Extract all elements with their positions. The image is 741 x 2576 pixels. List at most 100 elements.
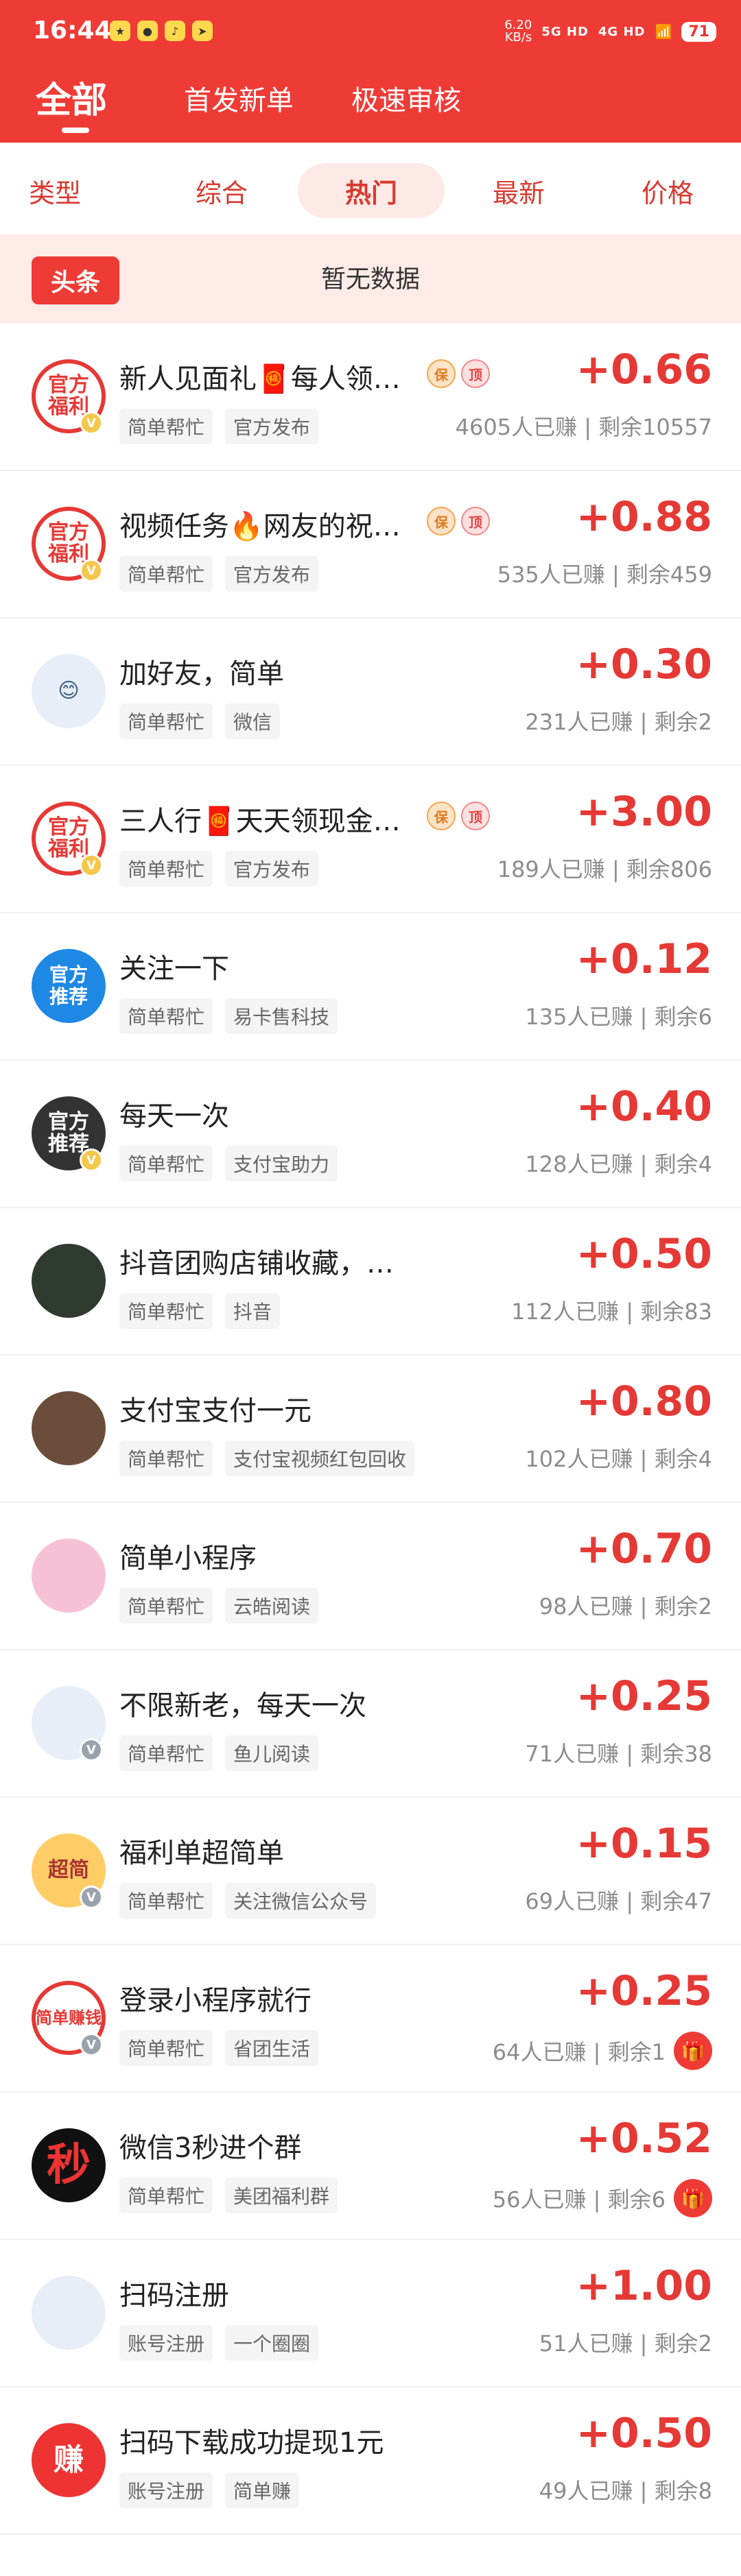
- avatar: [32, 1244, 106, 1318]
- task-title: 抖音团购店铺收藏，…: [119, 1248, 394, 1279]
- task-title: 扫码注册: [119, 2280, 229, 2311]
- headline-banner: 头条 暂无数据: [0, 234, 741, 324]
- task-item[interactable]: 抖音团购店铺收藏，… +0.50 简单帮忙 抖音 112人已赚 | 剩余83: [0, 1208, 741, 1356]
- task-item[interactable]: 😊 加好友，简单 +0.30 简单帮忙 微信 231人已赚 | 剩余2: [0, 618, 741, 766]
- tab-first-new[interactable]: 首发新单: [184, 78, 294, 118]
- filter-type[interactable]: 类型: [0, 163, 110, 218]
- stats-text: 64人已赚 | 剩余1: [492, 2039, 666, 2065]
- network-speed: 6.20 KB/s: [504, 18, 532, 45]
- task-item[interactable]: 超简 V 福利单超简单 +0.15 简单帮忙 关注微信公众号 69人已赚 | 剩…: [0, 1798, 741, 1945]
- top-badge-icon: 顶: [461, 507, 490, 535]
- verified-badge-icon: V: [80, 1148, 103, 1172]
- filter-hot[interactable]: 热门: [298, 163, 445, 218]
- tag-source: 省团生活: [225, 2030, 319, 2066]
- avatar: 官方 推荐: [32, 949, 106, 1023]
- filter-price[interactable]: 价格: [613, 163, 722, 218]
- task-stats: 51人已赚 | 剩余2: [539, 2326, 712, 2358]
- task-item[interactable]: 官方 福利 V 三人行🧧天天领现金… 保 顶 +3.00 简单帮忙 官方发布 18…: [0, 766, 741, 913]
- task-stats: 135人已赚 | 剩余6: [525, 1000, 712, 1031]
- task-stats: 98人已赚 | 剩余2: [539, 1589, 712, 1621]
- task-stats: 69人已赚 | 剩余47: [525, 1884, 712, 1916]
- task-badges: 保 顶: [427, 507, 490, 535]
- tag-category: 简单帮忙: [119, 1588, 213, 1624]
- verified-badge-icon: V: [80, 411, 103, 435]
- signal-4g: 4G HD: [598, 24, 646, 39]
- stats-text: 4605人已赚 | 剩余10557: [455, 414, 712, 440]
- reward-amount: +0.50: [576, 2409, 712, 2457]
- stats-text: 112人已赚 | 剩余83: [511, 1299, 712, 1325]
- task-tags: 简单帮忙 微信: [119, 703, 281, 739]
- reward-amount: +0.70: [576, 1525, 712, 1573]
- avatar: [32, 1391, 106, 1465]
- stats-text: 56人已赚 | 剩余6: [492, 2187, 666, 2213]
- reward-amount: +1.00: [576, 2262, 712, 2310]
- reward-amount: +0.25: [576, 1672, 712, 1720]
- telegram-icon: ➤: [192, 21, 213, 41]
- task-title: 三人行🧧天天领现金…: [119, 806, 401, 837]
- filter-bar: 类型 综合 热门 最新 价格: [0, 143, 741, 234]
- task-item[interactable]: 简单小程序 +0.70 简单帮忙 云皓阅读 98人已赚 | 剩余2: [0, 1503, 741, 1650]
- task-item[interactable]: 支付宝支付一元 +0.80 简单帮忙 支付宝视频红包回收 102人已赚 | 剩余…: [0, 1356, 741, 1503]
- stats-text: 49人已赚 | 剩余8: [539, 2478, 712, 2504]
- tag-category: 简单帮忙: [119, 409, 213, 444]
- status-app-icons: ★ ● ♪ ➤: [110, 21, 213, 41]
- stats-text: 71人已赚 | 剩余38: [525, 1741, 712, 1767]
- task-item[interactable]: 扫码注册 +1.00 账号注册 一个圈圈 51人已赚 | 剩余2: [0, 2240, 741, 2387]
- avatar: 秒: [32, 2128, 106, 2202]
- task-tags: 账号注册 简单赚: [119, 2472, 300, 2508]
- filter-comprehensive[interactable]: 综合: [167, 163, 277, 218]
- task-item[interactable]: 赚 扫码下载成功提现1元 +0.50 账号注册 简单赚 49人已赚 | 剩余8: [0, 2387, 741, 2535]
- verified-badge-icon: V: [80, 559, 103, 582]
- tab-all[interactable]: 全部: [36, 71, 107, 123]
- tag-category: 账号注册: [119, 2472, 213, 2508]
- tag-source: 抖音: [225, 1293, 281, 1329]
- app-notification-icon: ●: [137, 21, 158, 41]
- task-stats: 535人已赚 | 剩余459: [497, 557, 712, 589]
- stats-text: 69人已赚 | 剩余47: [525, 1888, 712, 1914]
- tag-source: 支付宝视频红包回收: [225, 1441, 415, 1476]
- task-item[interactable]: V 不限新老，每天一次 +0.25 简单帮忙 鱼儿阅读 71人已赚 | 剩余38: [0, 1650, 741, 1798]
- guarantee-badge-icon: 保: [427, 359, 456, 388]
- task-item[interactable]: 官方 推荐 V 每天一次 +0.40 简单帮忙 支付宝助力 128人已赚 | 剩余…: [0, 1061, 741, 1208]
- task-stats: 56人已赚 | 剩余6 🎁: [493, 2179, 712, 2217]
- tag-category: 简单帮忙: [119, 2030, 213, 2066]
- filter-latest[interactable]: 最新: [464, 163, 574, 218]
- stats-text: 102人已赚 | 剩余4: [525, 1446, 712, 1472]
- tag-source: 微信: [225, 703, 281, 739]
- tag-source: 官方发布: [225, 556, 319, 592]
- task-item[interactable]: 秒 微信3秒进个群 +0.52 简单帮忙 美团福利群 56人已赚 | 剩余6 🎁: [0, 2093, 741, 2240]
- tag-source: 鱼儿阅读: [225, 1735, 319, 1771]
- task-title: 加好友，简单: [119, 658, 284, 690]
- tag-source: 一个圈圈: [225, 2325, 319, 2361]
- avatar: [32, 1539, 106, 1613]
- tag-source: 简单赚: [225, 2472, 300, 2508]
- avatar: 😊: [32, 654, 106, 728]
- tag-source: 云皓阅读: [225, 1588, 319, 1624]
- verified-badge-icon: V: [80, 854, 103, 877]
- stats-text: 128人已赚 | 剩余4: [525, 1151, 712, 1177]
- task-item[interactable]: 简单赚钱 V 登录小程序就行 +0.25 简单帮忙 省团生活 64人已赚 | 剩…: [0, 1945, 741, 2093]
- task-title: 不限新老，每天一次: [119, 1690, 366, 1722]
- task-stats: 49人已赚 | 剩余8: [539, 2474, 712, 2505]
- task-tags: 简单帮忙 关注微信公众号: [119, 1883, 377, 1918]
- verified-badge-icon: V: [80, 1886, 103, 1909]
- task-stats: 231人已赚 | 剩余2: [525, 705, 712, 736]
- tag-category: 简单帮忙: [119, 1146, 213, 1181]
- task-stats: 4605人已赚 | 剩余10557: [456, 410, 712, 442]
- task-title: 微信3秒进个群: [119, 2132, 302, 2164]
- wifi-icon: 📶: [655, 23, 672, 40]
- gift-icon[interactable]: 🎁: [674, 2032, 712, 2070]
- task-stats: 71人已赚 | 剩余38: [525, 1737, 712, 1768]
- app-notification-icon: ♪: [165, 21, 185, 41]
- headline-text: 暂无数据: [320, 265, 420, 293]
- tag-category: 账号注册: [119, 2325, 213, 2361]
- reward-amount: +0.80: [576, 1377, 712, 1425]
- task-item[interactable]: 官方 福利 V 新人见面礼🧧每人领… 保 顶 +0.66 简单帮忙 官方发布 46…: [0, 324, 741, 471]
- task-tags: 简单帮忙 官方发布: [119, 556, 319, 592]
- tab-fast-review[interactable]: 极速审核: [351, 78, 461, 118]
- tag-source: 官方发布: [225, 409, 319, 444]
- task-item[interactable]: 官方 福利 V 视频任务🔥网友的祝… 保 顶 +0.88 简单帮忙 官方发布 53…: [0, 471, 741, 618]
- task-tags: 账号注册 一个圈圈: [119, 2325, 319, 2361]
- task-item[interactable]: 官方 推荐 关注一下 +0.12 简单帮忙 易卡售科技 135人已赚 | 剩余6: [0, 913, 741, 1061]
- gift-icon[interactable]: 🎁: [674, 2179, 712, 2217]
